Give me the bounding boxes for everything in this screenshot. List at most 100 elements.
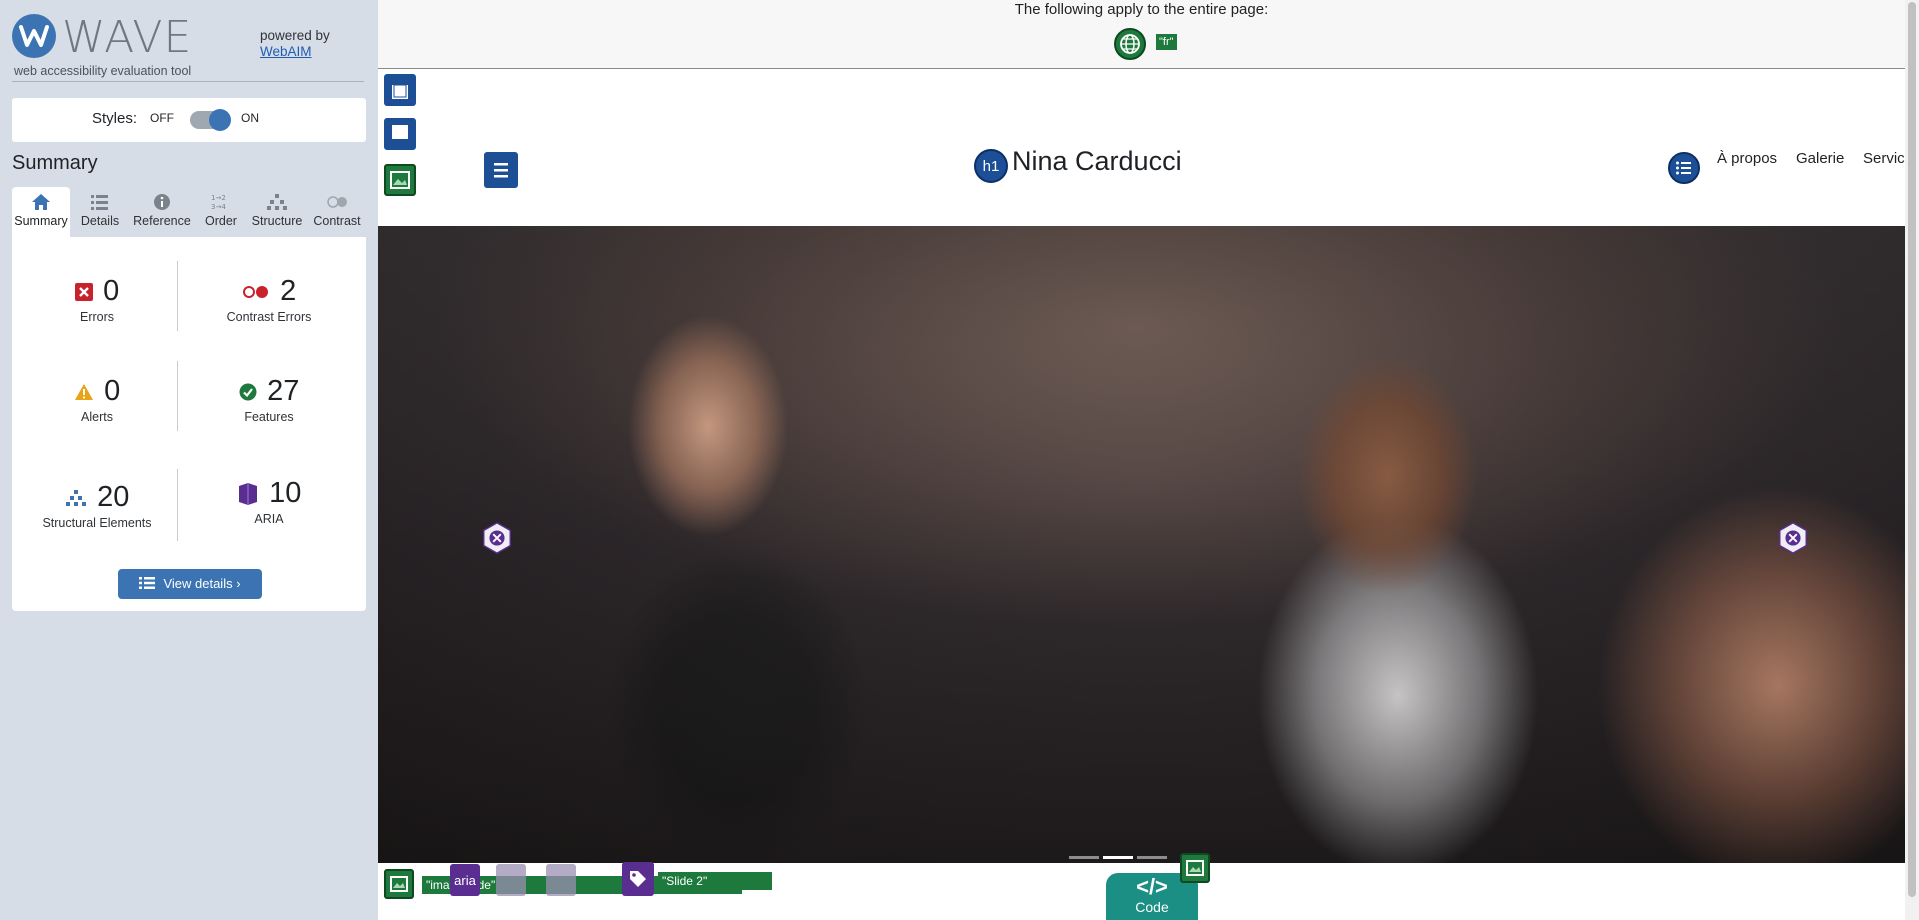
structural-label: Structural Elements [42, 516, 152, 530]
header-region-icon[interactable] [384, 74, 416, 106]
features-stat[interactable]: 27 Features [184, 375, 354, 424]
language-badge[interactable]: "fr" [1156, 34, 1177, 50]
order-icon: 1→23→4 [211, 194, 226, 211]
evaluated-page: The following apply to the entire page: … [378, 0, 1905, 920]
alerts-count: 0 [104, 375, 121, 407]
tab-details[interactable]: Details [72, 187, 128, 237]
powered-by: powered by WebAIM [260, 28, 330, 60]
carousel-next-icon[interactable] [1776, 521, 1810, 555]
stat-divider [177, 261, 178, 331]
home-icon [32, 194, 50, 210]
wave-brand-name: WAVE [62, 12, 193, 63]
tab-label: Details [80, 214, 120, 228]
contrast-errors-stat[interactable]: 2 Contrast Errors [184, 275, 354, 324]
contrast-error-icon [242, 285, 268, 298]
feature-check-icon [239, 383, 257, 400]
h1-heading-badge[interactable]: h1 [974, 149, 1008, 183]
wave-sidebar: WAVE web accessibility evaluation tool p… [0, 0, 378, 920]
view-details-button[interactable]: View details › [118, 569, 262, 599]
stat-divider [177, 469, 178, 541]
features-count: 27 [267, 375, 300, 407]
wave-brand: WAVE web accessibility evaluation tool p… [12, 14, 364, 82]
structural-count: 20 [97, 481, 130, 513]
tab-label: Structure [251, 214, 303, 228]
nav-link-apropos[interactable]: À propos [1717, 150, 1777, 167]
slide-label: "Slide 2" [658, 872, 772, 890]
code-button-label: Code [1135, 899, 1169, 915]
styles-toggle[interactable] [190, 109, 231, 131]
view-details-label: View details › [163, 576, 241, 591]
webaim-link[interactable]: WebAIM [260, 44, 330, 60]
error-icon [74, 282, 93, 301]
carousel-hero-image [378, 226, 1905, 863]
slide-label-value: "Slide 2" [662, 874, 708, 888]
toggle-knob [209, 109, 231, 131]
structure-icon [65, 489, 86, 506]
alerts-stat[interactable]: 0 Alerts [12, 375, 182, 424]
tab-label: Contrast [313, 214, 361, 228]
tab-label: Reference [133, 214, 191, 228]
errors-label: Errors [79, 310, 115, 324]
aria-stat[interactable]: 10 ARIA [184, 477, 354, 526]
language-globe-icon[interactable] [1114, 28, 1146, 60]
tab-order[interactable]: 1→2 3→4 Order [196, 187, 246, 237]
structural-stat[interactable]: 20 Structural Elements [12, 481, 182, 530]
site-title: Nina Carducci [1012, 146, 1182, 176]
tab-label: Order [205, 214, 237, 228]
carousel-indicator[interactable] [1137, 856, 1167, 859]
aria-hidden-icon[interactable] [546, 864, 576, 896]
styles-on-label: ON [241, 111, 259, 125]
carousel-indicator-active[interactable] [1103, 856, 1133, 859]
carousel-prev-icon[interactable] [480, 521, 514, 555]
page-level-banner-text: The following apply to the entire page: [1014, 1, 1269, 18]
tab-contrast[interactable]: Contrast [308, 187, 366, 237]
tab-structure[interactable]: Structure [248, 187, 306, 237]
nav-link-services[interactable]: Servic [1863, 150, 1905, 167]
scrollbar-thumb[interactable] [1908, 2, 1916, 897]
contrast-errors-label: Contrast Errors [226, 310, 312, 324]
image-feature-icon[interactable] [1180, 853, 1210, 883]
tab-label: Summary [14, 214, 68, 228]
carousel-indicator[interactable] [1069, 856, 1099, 859]
contrast-errors-count: 2 [280, 275, 297, 307]
alerts-label: Alerts [81, 410, 113, 424]
errors-stat[interactable]: 0 Errors [12, 275, 182, 324]
list-structure-icon[interactable] [1668, 152, 1700, 184]
wave-tagline: web accessibility evaluation tool [14, 64, 192, 78]
tab-reference[interactable]: Reference [130, 187, 194, 237]
structure-icon [267, 194, 287, 210]
features-label: Features [244, 410, 294, 424]
styles-toggle-panel: Styles: OFF ON [12, 98, 366, 142]
aria-badge[interactable]: aria [450, 864, 480, 896]
svg-text:1→2: 1→2 [211, 194, 226, 202]
stat-divider [177, 361, 178, 431]
errors-count: 0 [103, 275, 120, 307]
powered-by-text: powered by [260, 28, 330, 43]
aria-label: ARIA [254, 512, 284, 526]
wave-logo-icon[interactable] [12, 14, 56, 58]
list-icon [139, 577, 156, 589]
section-region-icon[interactable] [384, 118, 416, 150]
info-icon [154, 194, 170, 210]
summary-panel: 0 Errors 2 Contrast Errors 0 Alerts 27 F… [12, 237, 366, 611]
aria-hidden-icon[interactable] [496, 864, 526, 896]
alert-icon [74, 383, 93, 400]
aria-cube-icon [238, 482, 257, 505]
contrast-icon [327, 196, 347, 208]
list-icon [91, 195, 108, 210]
svg-text:3→4: 3→4 [211, 203, 226, 211]
tab-summary[interactable]: Summary [12, 187, 70, 237]
hero-shade [378, 226, 1905, 863]
aria-count: 10 [269, 477, 302, 509]
navigation-region-icon[interactable] [484, 152, 518, 188]
image-alt-feature-icon[interactable] [384, 869, 414, 899]
carousel-indicators [1069, 856, 1167, 859]
aria-label-tag-icon[interactable] [622, 862, 654, 896]
styles-off-label: OFF [150, 111, 174, 125]
image-feature-icon[interactable] [384, 164, 416, 196]
nav-link-galerie[interactable]: Galerie [1796, 150, 1844, 167]
wave-tabbar: Summary Details Reference 1→2 3→4 Order S… [12, 187, 366, 237]
page-scrollbar[interactable] [1905, 0, 1919, 920]
styles-label: Styles: [92, 110, 138, 127]
summary-heading: Summary [12, 152, 98, 174]
